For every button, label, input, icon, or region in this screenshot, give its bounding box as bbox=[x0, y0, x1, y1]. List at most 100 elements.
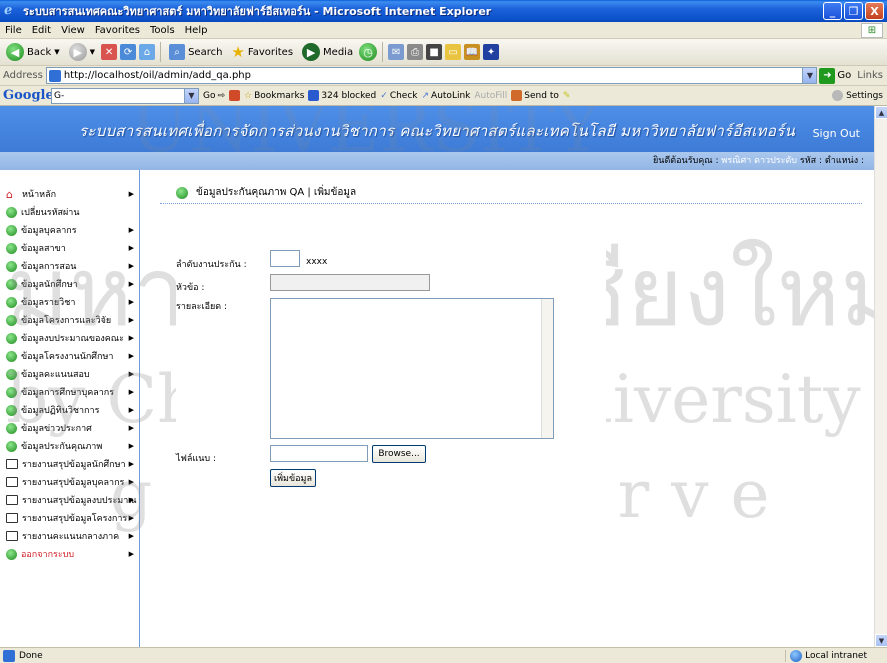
green-dot-icon bbox=[6, 296, 17, 308]
scroll-down-icon[interactable]: ▼ bbox=[875, 634, 887, 647]
menu-help[interactable]: Help bbox=[180, 25, 213, 36]
green-dot-icon bbox=[6, 422, 17, 434]
maximize-button[interactable]: ❐ bbox=[844, 2, 863, 20]
green-dot-icon bbox=[6, 242, 17, 254]
sidebar-item[interactable]: ข้อมูลปฏิทินวิชาการ ▶ bbox=[0, 401, 139, 419]
sidebar-item[interactable]: รายงานสรุปข้อมูลนักศึกษา ▶ bbox=[0, 455, 139, 473]
back-button[interactable]: ◀ Back ▼ bbox=[3, 41, 63, 63]
sidebar-item[interactable]: เปลี่ยนรหัสผ่าน bbox=[0, 203, 139, 221]
detail-textarea[interactable] bbox=[270, 298, 554, 439]
sendto-button[interactable]: Send to bbox=[511, 90, 559, 101]
sidebar-item[interactable]: ข้อมูลการศึกษาบุคลากร ▶ bbox=[0, 383, 139, 401]
menu-favorites[interactable]: Favorites bbox=[90, 25, 145, 36]
sidebar-item[interactable]: ข้อมูลบุคลากร ▶ bbox=[0, 221, 139, 239]
spell-check-button[interactable]: ✓ Check bbox=[380, 91, 417, 101]
sidebar-item[interactable]: รายงานคะแนนกลางภาค ▶ bbox=[0, 527, 139, 545]
order-hint: xxxx bbox=[306, 257, 328, 267]
google-go-button[interactable]: Go ⇨ bbox=[203, 91, 225, 101]
sidebar-item[interactable]: ข้อมูลคะแนนสอบ ▶ bbox=[0, 365, 139, 383]
google-search-input[interactable]: G- ▼ bbox=[51, 87, 199, 104]
browse-button[interactable]: Browse... bbox=[372, 445, 426, 463]
sidebar-menu: ⌂ หน้าหลัก ▶ เปลี่ยนรหัสผ่าน ข้อมูลบุคลากร ▶ ข… bbox=[0, 170, 140, 647]
status-bar: Done Local intranet bbox=[0, 647, 887, 663]
caret-right-icon: ▶ bbox=[128, 370, 134, 378]
green-dot-icon bbox=[6, 332, 17, 344]
google-search-dropdown-icon[interactable]: ▼ bbox=[184, 88, 198, 103]
green-dot-icon bbox=[176, 186, 188, 199]
settings-icon bbox=[832, 90, 844, 101]
sidebar-item[interactable]: ข้อมูลโครงงานนักศึกษา ▶ bbox=[0, 347, 139, 365]
caret-right-icon: ▶ bbox=[128, 478, 134, 486]
mail-icon[interactable]: ✉ bbox=[388, 44, 405, 60]
sidebar-item[interactable]: ⌂ หน้าหลัก ▶ bbox=[0, 185, 139, 203]
links-button[interactable]: Links bbox=[857, 70, 883, 81]
check-label: Check bbox=[389, 90, 418, 101]
forward-dropdown-icon[interactable]: ▼ bbox=[90, 48, 95, 56]
sidebar-item[interactable]: รายงานสรุปข้อมูลบุคลากร ▶ bbox=[0, 473, 139, 491]
address-dropdown-icon[interactable]: ▼ bbox=[802, 68, 817, 83]
sidebar-item[interactable]: ข้อมูลสาขา ▶ bbox=[0, 239, 139, 257]
menu-view[interactable]: View bbox=[56, 25, 90, 36]
page-scrollbar[interactable]: ▲ ▼ bbox=[874, 106, 887, 647]
green-dot-icon bbox=[6, 206, 17, 218]
caret-right-icon: ▶ bbox=[128, 532, 134, 540]
address-input[interactable]: http://localhost/oil/admin/add_qa.php ▼ bbox=[45, 67, 818, 84]
history-icon[interactable]: ◷ bbox=[359, 43, 378, 61]
order-input[interactable] bbox=[270, 250, 300, 267]
sidebar-item[interactable]: ข้อมูลนักศึกษา ▶ bbox=[0, 275, 139, 293]
edit-icon[interactable]: ■ bbox=[426, 44, 443, 60]
sidebar-item[interactable]: ข้อมูลรายวิชา ▶ bbox=[0, 293, 139, 311]
google-news-icon[interactable] bbox=[229, 90, 241, 101]
discuss-icon[interactable]: ▭ bbox=[445, 44, 462, 60]
sidebar-item-label: รายงานสรุปข้อมูลโครงการ bbox=[22, 514, 128, 524]
caret-right-icon: ▶ bbox=[128, 298, 134, 306]
sidebar-item[interactable]: ข้อมูลงบประมาณของคณะ ▶ bbox=[0, 329, 139, 347]
welcome-prefix: ยินดีต้อนรับคุณ : bbox=[653, 156, 719, 166]
sign-out-link[interactable]: Sign Out bbox=[813, 127, 860, 140]
sidebar-item[interactable]: รายงานสรุปข้อมูลงบประมาณ ▶ bbox=[0, 491, 139, 509]
sidebar-item[interactable]: ข้อมูลโครงการและวิจัย ▶ bbox=[0, 311, 139, 329]
minimize-button[interactable]: _ bbox=[823, 2, 842, 20]
sidebar-item[interactable]: ข้อมูลประกันคุณภาพ ▶ bbox=[0, 437, 139, 455]
go-button[interactable]: ➜ Go bbox=[819, 67, 851, 84]
print-icon[interactable]: ⎙ bbox=[407, 44, 424, 60]
google-logo[interactable]: Google bbox=[3, 88, 54, 103]
google-settings-button[interactable]: Settings bbox=[832, 90, 883, 101]
home-icon[interactable]: ⌂ bbox=[139, 44, 156, 60]
green-dot-icon bbox=[6, 260, 17, 272]
sidebar-item[interactable]: ออกจากระบบ ▶ bbox=[0, 545, 139, 563]
scroll-up-icon[interactable]: ▲ bbox=[875, 106, 887, 119]
toolbar-separator bbox=[160, 42, 162, 62]
submit-button[interactable]: เพิ่มข้อมูล bbox=[270, 469, 316, 487]
media-button[interactable]: ▶ Media bbox=[299, 41, 356, 63]
refresh-icon[interactable]: ⟳ bbox=[120, 44, 137, 60]
sidebar-item-label: ข้อมูลการสอน bbox=[21, 262, 77, 272]
stop-icon[interactable]: ✕ bbox=[101, 44, 118, 60]
menu-file[interactable]: File bbox=[0, 25, 27, 36]
research-icon[interactable]: 📖 bbox=[464, 44, 481, 60]
status-text: Done bbox=[19, 650, 43, 661]
menu-tools[interactable]: Tools bbox=[145, 25, 180, 36]
autofill-button[interactable]: AutoFill bbox=[474, 91, 507, 101]
zone-label: Local intranet bbox=[805, 650, 867, 661]
address-bar: Address http://localhost/oil/admin/add_q… bbox=[0, 66, 887, 86]
sidebar-item[interactable]: ข้อมูลข่าวประกาศ ▶ bbox=[0, 419, 139, 437]
back-dropdown-icon[interactable]: ▼ bbox=[54, 48, 59, 56]
messenger-icon[interactable]: ✦ bbox=[483, 44, 500, 60]
popup-blocker-button[interactable]: 324 blocked bbox=[308, 90, 376, 101]
search-button[interactable]: ⌕ Search bbox=[166, 41, 225, 63]
bookmarks-button[interactable]: ☆ Bookmarks bbox=[244, 91, 304, 101]
sidebar-item[interactable]: รายงานสรุปข้อมูลโครงการ ▶ bbox=[0, 509, 139, 527]
bookmarks-label: Bookmarks bbox=[254, 90, 305, 101]
sidebar-item[interactable]: ข้อมูลการสอน ▶ bbox=[0, 257, 139, 275]
subject-input[interactable] bbox=[270, 274, 430, 291]
menu-edit[interactable]: Edit bbox=[27, 25, 56, 36]
highlighter-icon[interactable]: ✎ bbox=[563, 91, 571, 101]
textarea-scrollbar[interactable] bbox=[541, 299, 553, 438]
autolink-button[interactable]: ↗ AutoLink bbox=[422, 91, 471, 101]
favorites-button[interactable]: ★ Favorites bbox=[228, 41, 296, 63]
forward-button[interactable]: ▶ ▼ bbox=[66, 41, 98, 63]
attach-file-input[interactable] bbox=[270, 445, 368, 462]
welcome-user: พรณิศา ดาวประดับ bbox=[721, 156, 798, 166]
close-button[interactable]: X bbox=[865, 2, 884, 20]
